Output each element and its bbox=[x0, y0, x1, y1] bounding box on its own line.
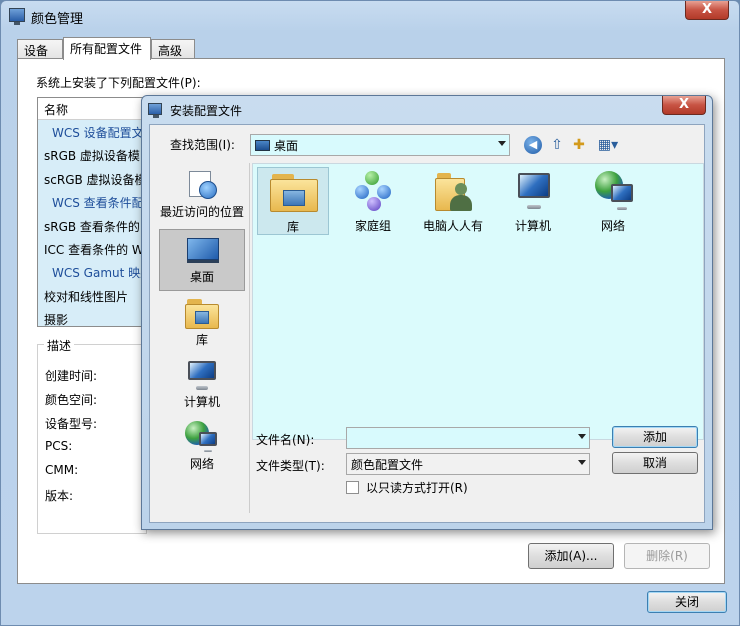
dialog-body: 查找范围(I): 桌面 ◀ ⇧ ✚ ▦▾ 最近访问的位置 桌面 库 计算机 网络… bbox=[149, 124, 705, 523]
desc-color-space: 颜色空间: bbox=[45, 393, 98, 407]
network-icon bbox=[595, 171, 633, 211]
file-list-view[interactable]: 库 家庭组 电脑人人有 计算机 网络 bbox=[252, 163, 704, 440]
profile-group-header[interactable]: WCS Gamut 映射 bbox=[38, 260, 146, 283]
network-place-icon bbox=[185, 421, 219, 453]
readonly-label[interactable]: 以只读方式打开(R) bbox=[366, 479, 468, 496]
look-in-combo[interactable]: 桌面 bbox=[250, 134, 510, 156]
chevron-down-icon[interactable] bbox=[498, 141, 506, 146]
file-item-user-folder[interactable]: 电脑人人有 bbox=[417, 167, 489, 235]
file-item-library[interactable]: 库 bbox=[257, 167, 329, 235]
profile-group-header[interactable]: WCS 查看条件配 bbox=[38, 190, 146, 213]
delete-profile-button[interactable]: 删除(R) bbox=[624, 543, 710, 569]
library-place-icon bbox=[185, 297, 219, 329]
desc-created: 创建时间: bbox=[45, 369, 98, 383]
tab-advanced[interactable]: 高级 bbox=[151, 39, 195, 59]
place-network-label: 网络 bbox=[189, 457, 214, 471]
profile-list-item[interactable]: 摄影 bbox=[38, 307, 146, 326]
filename-label: 文件名(N): bbox=[256, 433, 315, 447]
main-window-title: 颜色管理 bbox=[31, 12, 84, 27]
look-in-value: 桌面 bbox=[274, 139, 299, 153]
recent-places-icon bbox=[185, 169, 219, 201]
homegroup-icon bbox=[355, 171, 393, 211]
profile-list-item[interactable]: sRGB 查看条件的 bbox=[38, 214, 146, 237]
filename-input[interactable] bbox=[346, 427, 590, 449]
desktop-icon bbox=[255, 140, 270, 151]
place-library-label: 库 bbox=[195, 333, 208, 347]
file-item-user-folder-label: 电脑人人有 bbox=[422, 219, 483, 233]
place-recent[interactable]: 最近访问的位置 bbox=[159, 165, 245, 227]
profile-list-item[interactable]: 校对和线性图片 bbox=[38, 284, 146, 307]
profile-list-item[interactable]: ICC 查看条件的 W bbox=[38, 237, 146, 260]
up-folder-icon[interactable]: ⇧ bbox=[548, 136, 566, 154]
installed-profiles-label: 系统上安装了下列配置文件(P): bbox=[36, 76, 201, 90]
place-library[interactable]: 库 bbox=[159, 293, 245, 355]
user-folder-icon bbox=[435, 171, 473, 211]
color-management-icon bbox=[9, 8, 25, 25]
place-computer-label: 计算机 bbox=[183, 395, 220, 409]
places-bar: 最近访问的位置 桌面 库 计算机 网络 bbox=[156, 163, 250, 513]
file-item-computer-label: 计算机 bbox=[514, 219, 551, 233]
computer-icon bbox=[515, 171, 553, 211]
dialog-cancel-button[interactable]: 取消 bbox=[612, 452, 698, 474]
install-profile-dialog: 安装配置文件 X 查找范围(I): 桌面 ◀ ⇧ ✚ ▦▾ 最近访问的位置 桌面… bbox=[141, 95, 713, 530]
file-item-library-label: 库 bbox=[286, 220, 299, 234]
place-recent-label: 最近访问的位置 bbox=[159, 205, 244, 219]
new-folder-icon[interactable]: ✚ bbox=[570, 136, 588, 154]
back-icon[interactable]: ◀ bbox=[524, 136, 542, 154]
desc-pcs: PCS: bbox=[45, 439, 73, 453]
profile-group-header[interactable]: WCS 设备配置文 bbox=[38, 120, 146, 143]
filetype-chevron-down-icon[interactable] bbox=[578, 460, 586, 465]
list-header-name[interactable]: 名称 bbox=[38, 98, 146, 120]
filename-chevron-down-icon[interactable] bbox=[578, 434, 586, 439]
profile-list-item[interactable]: scRGB 虚拟设备模 bbox=[38, 167, 146, 190]
desc-device-model: 设备型号: bbox=[45, 417, 98, 431]
place-computer[interactable]: 计算机 bbox=[159, 355, 245, 417]
main-titlebar[interactable]: 颜色管理 X bbox=[1, 1, 739, 31]
place-desktop[interactable]: 桌面 bbox=[159, 229, 245, 291]
dialog-add-button[interactable]: 添加 bbox=[612, 426, 698, 448]
filetype-value: 颜色配置文件 bbox=[351, 458, 424, 472]
tab-all-profiles[interactable]: 所有配置文件 bbox=[63, 37, 151, 60]
file-item-computer[interactable]: 计算机 bbox=[497, 167, 569, 235]
file-item-network[interactable]: 网络 bbox=[577, 167, 649, 235]
dialog-title: 安装配置文件 bbox=[170, 104, 243, 118]
place-desktop-label: 桌面 bbox=[189, 270, 214, 284]
computer-place-icon bbox=[185, 359, 219, 391]
filetype-label: 文件类型(T): bbox=[256, 459, 325, 473]
description-group: 描述 创建时间: 颜色空间: 设备型号: PCS: CMM: 版本: bbox=[37, 337, 147, 534]
desc-version: 版本: bbox=[45, 489, 74, 503]
library-folder-icon bbox=[270, 172, 318, 212]
main-close-button[interactable]: X bbox=[685, 1, 729, 20]
tab-devices[interactable]: 设备 bbox=[17, 39, 63, 59]
place-network[interactable]: 网络 bbox=[159, 417, 245, 479]
view-menu-icon[interactable]: ▦▾ bbox=[594, 136, 622, 154]
filetype-select[interactable]: 颜色配置文件 bbox=[346, 453, 590, 475]
desc-cmm: CMM: bbox=[45, 463, 79, 477]
description-legend: 描述 bbox=[44, 337, 75, 354]
profile-list-item[interactable]: sRGB 虚拟设备模 bbox=[38, 143, 146, 166]
look-in-label: 查找范围(I): bbox=[170, 138, 235, 152]
add-profile-button[interactable]: 添加(A)... bbox=[528, 543, 614, 569]
dialog-close-button[interactable]: X bbox=[662, 96, 706, 115]
file-item-homegroup[interactable]: 家庭组 bbox=[337, 167, 409, 235]
close-button[interactable]: 关闭 bbox=[647, 591, 727, 613]
dialog-icon bbox=[148, 103, 162, 118]
desktop-place-icon bbox=[186, 234, 220, 266]
file-item-homegroup-label: 家庭组 bbox=[354, 219, 391, 233]
readonly-checkbox[interactable] bbox=[346, 481, 359, 494]
profile-list[interactable]: 名称 WCS 设备配置文 sRGB 虚拟设备模 scRGB 虚拟设备模 WCS 查看条… bbox=[37, 97, 147, 327]
file-item-network-label: 网络 bbox=[600, 219, 625, 233]
